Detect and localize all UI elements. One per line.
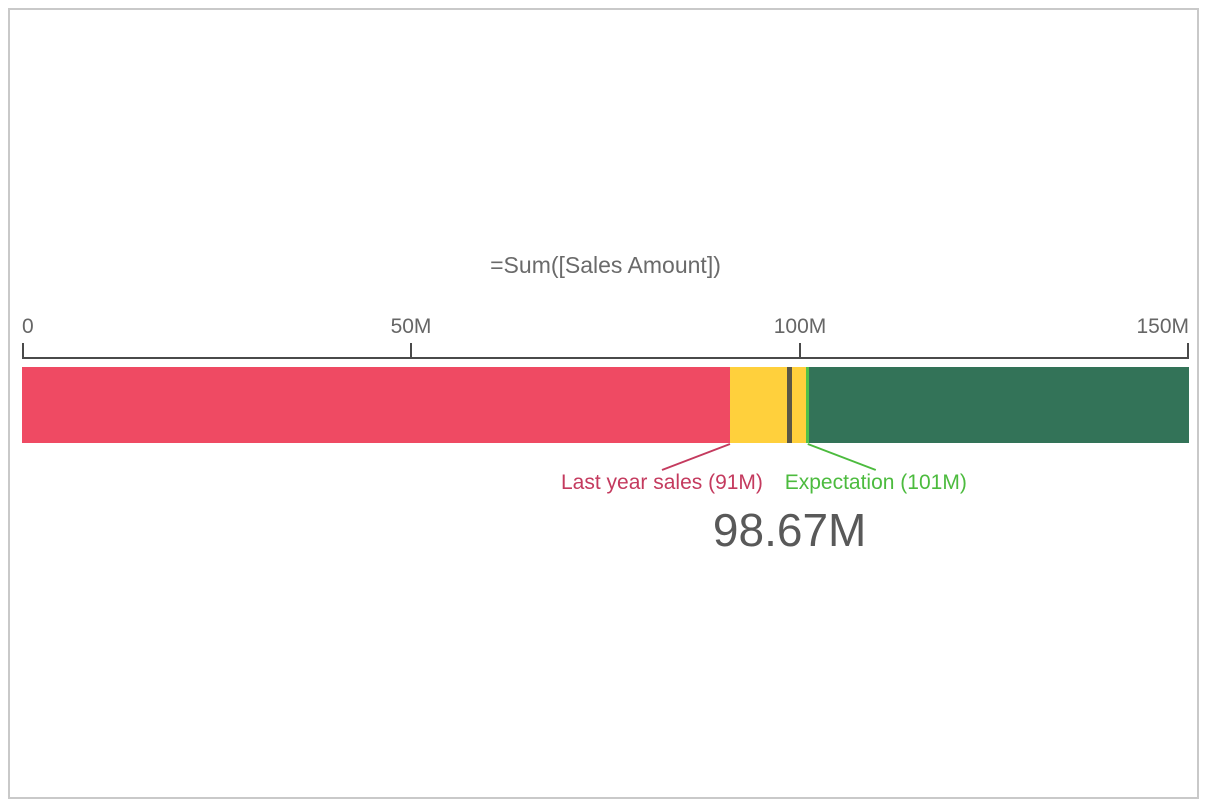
bullet-chart: =Sum([Sales Amount]) 0 50M 100M 150M Last y… — [0, 0, 1211, 812]
leader-line — [662, 444, 730, 470]
axis-tick-label: 50M — [391, 315, 432, 339]
reference-label: Last year sales (91M) — [561, 471, 763, 495]
reference-label: Expectation (101M) — [785, 471, 967, 495]
axis-tick-label: 100M — [774, 315, 827, 339]
axis-line — [22, 357, 1189, 359]
chart-title: =Sum([Sales Amount]) — [22, 252, 1189, 279]
bullet-bar — [22, 367, 1189, 443]
bar-segment-below-last-year — [22, 367, 730, 443]
measure-value: 98.67M — [713, 503, 866, 557]
leader-line — [808, 444, 876, 470]
axis-tick-label: 150M — [1136, 315, 1189, 339]
axis-tick-mark — [799, 343, 801, 357]
bar-segment-between-targets — [730, 367, 808, 443]
axis-tick-mark — [410, 343, 412, 357]
axis-tick-mark — [22, 343, 24, 357]
leader-lines — [0, 443, 1211, 473]
bar-segment-above-expectation — [808, 367, 1189, 443]
axis-tick-label: 0 — [22, 315, 34, 339]
axis-tick-mark — [1187, 343, 1189, 357]
value-marker — [787, 367, 792, 443]
reference-line — [806, 367, 809, 443]
